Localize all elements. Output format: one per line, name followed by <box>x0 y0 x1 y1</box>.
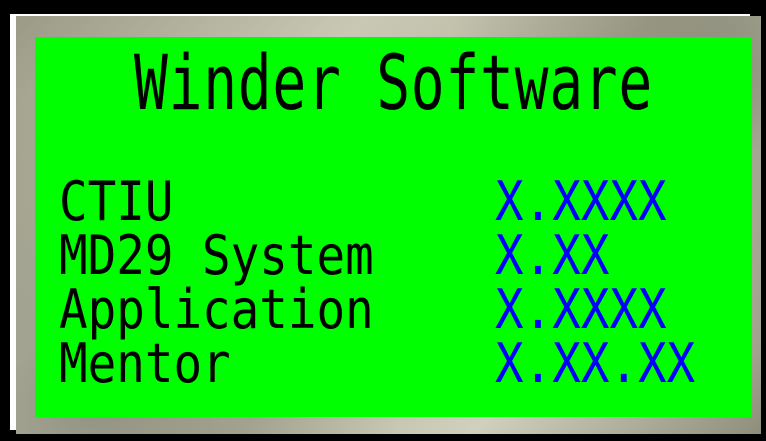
version-label: MD29 System <box>59 224 374 287</box>
version-list: CTIU X.XXXX MD29 System X.XX Application… <box>59 175 739 391</box>
version-row-mentor: Mentor X.XX.XX <box>59 337 739 391</box>
version-label: CTIU <box>59 170 174 233</box>
version-value: X.XXXX <box>495 170 667 233</box>
lcd-screen: Winder Software CTIU X.XXXX MD29 System … <box>35 37 752 417</box>
version-label: Mentor <box>59 332 231 395</box>
version-label: Application <box>59 278 374 341</box>
version-value: X.XX.XX <box>495 332 696 395</box>
version-row-md29-system: MD29 System X.XX <box>59 229 739 283</box>
version-row-application: Application X.XXXX <box>59 283 739 337</box>
screen-title: Winder Software <box>134 38 653 127</box>
version-row-ctiu: CTIU X.XXXX <box>59 175 739 229</box>
version-value: X.XX <box>495 224 610 287</box>
version-value: X.XXXX <box>495 278 667 341</box>
